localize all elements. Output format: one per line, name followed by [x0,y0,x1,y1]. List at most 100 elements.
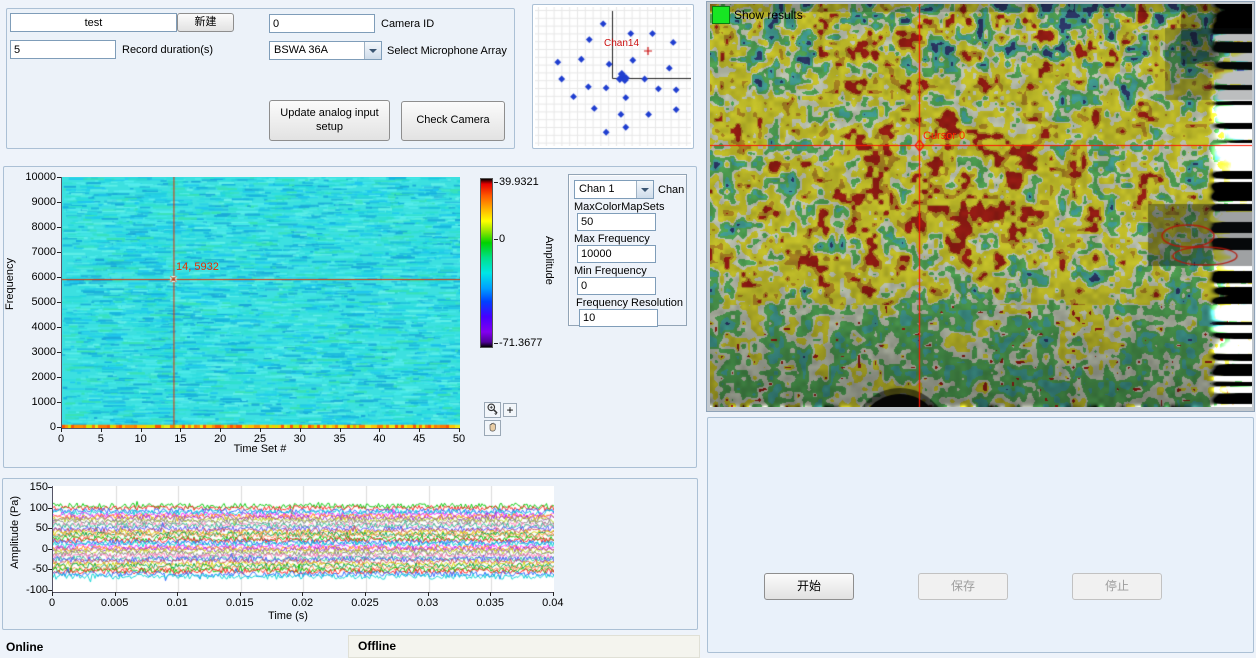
spec-y-tick-mark [57,202,61,203]
wave-x-tick-mark [52,592,53,596]
stop-button[interactable]: 停止 [1072,573,1162,600]
spec-y-tick-mark [57,177,61,178]
show-results-label: Show results [734,8,803,22]
spectrogram-cursor-label: 14, 5932 [176,261,219,273]
spec-x-tick-label: 10 [126,433,156,445]
spec-y-tick-label: 9000 [16,196,56,208]
wave-y-tick-label: 0 [8,543,48,555]
spec-y-tick-label: 1000 [16,396,56,408]
spectrogram-plot[interactable] [61,177,460,429]
show-results-checkbox[interactable] [712,6,730,24]
min-frequency-input[interactable] [577,277,656,295]
new-session-button[interactable]: 新建 [177,13,234,32]
spec-y-tick-mark [57,402,61,403]
max-frequency-input[interactable] [577,245,656,263]
chevron-down-icon [636,181,653,198]
wave-x-tick-label: 0 [32,597,72,609]
wave-y-tick-mark [48,549,52,550]
check-camera-button[interactable]: Check Camera [401,101,505,141]
waveform-x-axis-label: Time (s) [238,610,338,622]
spec-x-tick-mark [379,428,380,432]
spec-y-tick-label: 8000 [16,221,56,233]
spec-y-tick-mark [57,302,61,303]
wave-x-tick-label: 0.015 [220,597,260,609]
color-scale-tick-mark [494,343,498,344]
pan-tool-button[interactable] [484,420,501,436]
microphone-array-select[interactable]: BSWA 36A [269,41,382,60]
spec-x-tick-mark [180,428,181,432]
amplitude-color-scale[interactable] [480,178,493,348]
wave-x-tick-mark [240,592,241,596]
wave-x-tick-label: 0.025 [345,597,385,609]
beamforming-camera-image[interactable] [710,4,1252,407]
spec-x-tick-mark [61,428,62,432]
spec-x-tick-label: 20 [205,433,235,445]
microphone-array-value: BSWA 36A [270,42,364,59]
spec-y-tick-label: 3000 [16,346,56,358]
max-colormap-sets-input[interactable] [577,213,656,231]
microphone-array-label: Select Microphone Array [387,45,507,57]
wave-x-tick-label: 0.03 [408,597,448,609]
channel-select[interactable]: Chan 1 [574,180,654,199]
plus-icon: + [506,403,513,417]
wave-y-tick-mark [48,508,52,509]
wave-x-tick-mark [428,592,429,596]
wave-y-tick-mark [48,528,52,529]
record-duration-input[interactable] [10,40,116,59]
spec-y-tick-mark [57,227,61,228]
waveform-plot[interactable] [52,486,554,593]
wave-x-tick-mark [553,592,554,596]
color-scale-label: Amplitude [543,236,555,285]
save-button[interactable]: 保存 [918,573,1008,600]
spec-x-tick-label: 25 [245,433,275,445]
cursor-plus-tool-button[interactable]: + [503,403,517,417]
wave-y-tick-label: 100 [8,502,48,514]
update-analog-input-button[interactable]: Update analog input setup [269,100,390,141]
wave-x-tick-label: 0.005 [95,597,135,609]
spec-x-tick-label: 40 [364,433,394,445]
chevron-down-icon [364,42,381,59]
spec-y-tick-mark [57,352,61,353]
hand-icon [487,421,499,436]
wave-x-tick-label: 0.04 [533,597,573,609]
wave-x-tick-mark [365,592,366,596]
session-name-input[interactable] [10,13,177,32]
frequency-resolution-input[interactable] [579,309,658,327]
magnifier-icon [486,402,499,418]
mic-array-plot[interactable] [535,7,691,146]
run-control-panel [707,417,1254,653]
frequency-resolution-label: Frequency Resolution [576,297,683,309]
spec-x-tick-mark [340,428,341,432]
spec-x-tick-mark [300,428,301,432]
spec-y-tick-mark [57,377,61,378]
max-colormap-sets-label: MaxColorMapSets [574,201,664,213]
max-frequency-label: Max Frequency [574,233,650,245]
spec-x-tick-mark [459,428,460,432]
spec-y-tick-label: 5000 [16,296,56,308]
camera-id-label: Camera ID [381,18,434,30]
wave-y-tick-label: -100 [8,584,48,596]
camera-id-input[interactable] [269,14,375,33]
mic-array-cursor-label: Chan14 [604,38,639,49]
spec-x-tick-mark [260,428,261,432]
wave-y-tick-mark [48,590,52,591]
offline-status-strip [348,635,700,658]
wave-x-tick-mark [177,592,178,596]
start-button[interactable]: 开始 [764,573,854,600]
channel-select-label: Chan [658,184,684,196]
color-scale-tick-label: -71.3677 [499,337,542,349]
color-scale-tick-mark [494,182,498,183]
spec-y-tick-label: 6000 [16,271,56,283]
online-status-label: Online [6,640,43,654]
wave-x-tick-label: 0.01 [157,597,197,609]
record-duration-label: Record duration(s) [122,44,213,56]
spec-y-tick-mark [57,327,61,328]
wave-x-tick-mark [302,592,303,596]
zoom-tool-button[interactable] [484,402,501,418]
spec-x-tick-mark [101,428,102,432]
spec-x-tick-label: 5 [86,433,116,445]
min-frequency-label: Min Frequency [574,265,647,277]
spec-x-tick-label: 35 [325,433,355,445]
image-cursor-label: Cursor 0 [923,130,965,142]
spec-x-tick-mark [419,428,420,432]
